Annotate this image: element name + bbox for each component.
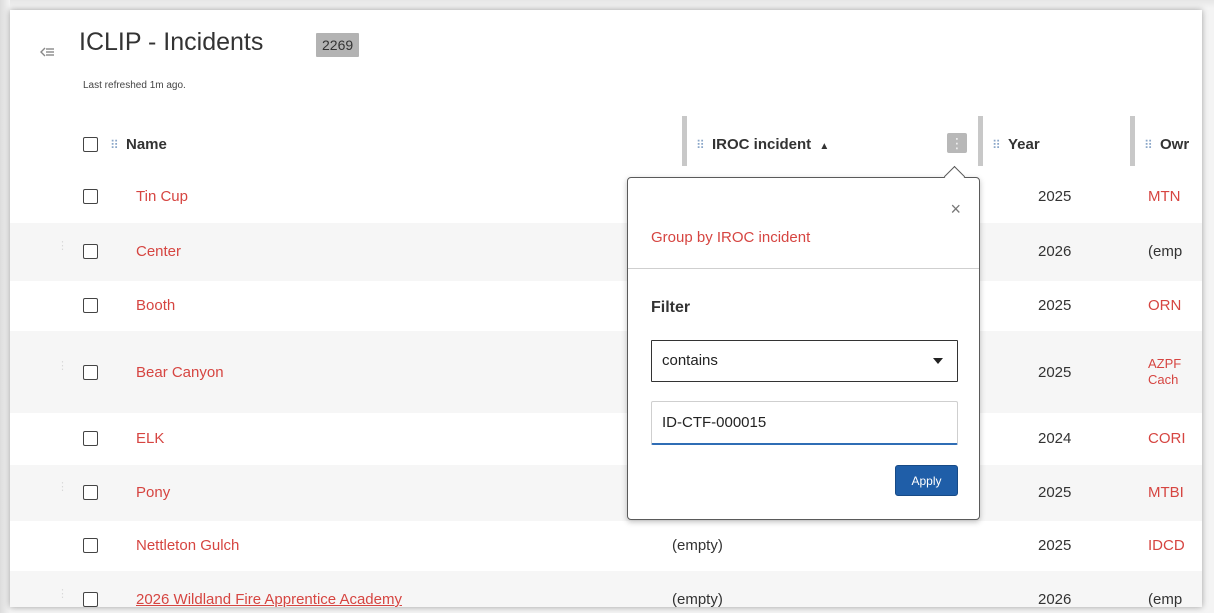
record-count-badge: 2269 [316, 33, 360, 57]
left-shadow [0, 0, 10, 613]
column-options-popover: × Group by IROC incident Filter contains… [627, 177, 980, 520]
apply-filter-button[interactable]: Apply [895, 465, 958, 496]
sort-ascending-icon: ▲ [819, 141, 830, 152]
incident-name-link[interactable]: Booth [136, 297, 175, 314]
row-checkbox[interactable] [83, 538, 98, 553]
top-shadow [0, 0, 1214, 8]
owner-link[interactable]: AZPF Cach [1148, 356, 1181, 388]
row-checkbox[interactable] [83, 431, 98, 446]
year-cell: 2025 [1038, 537, 1072, 554]
incident-name-link[interactable]: Bear Canyon [136, 364, 224, 381]
row-checkbox[interactable] [83, 592, 98, 607]
row-checkbox[interactable] [83, 365, 98, 380]
column-resize-handle[interactable] [978, 116, 983, 166]
drag-handle-icon[interactable]: ⠿ [1144, 139, 1153, 151]
iroc-incident-cell: (empty) [672, 537, 723, 554]
row-checkbox[interactable] [83, 244, 98, 259]
column-resize-handle[interactable] [682, 116, 687, 166]
year-cell: 2025 [1038, 484, 1072, 501]
row-drag-handle-icon[interactable]: ⋮ [57, 361, 68, 381]
owner-link[interactable]: ORN [1148, 297, 1181, 314]
close-icon[interactable]: × [950, 200, 961, 218]
row-drag-handle-icon[interactable]: ⋮ [57, 589, 68, 607]
group-by-link[interactable]: Group by IROC incident [651, 229, 810, 246]
column-header-name[interactable]: Name [126, 136, 167, 153]
table-row[interactable]: Booth 2025 ORN [10, 281, 1202, 331]
filter-heading: Filter [651, 299, 691, 316]
drag-handle-icon[interactable]: ⠿ [110, 139, 119, 151]
year-cell: 2026 [1038, 243, 1072, 260]
incidents-panel: ICLIP - Incidents 2269 Last refreshed 1m… [10, 10, 1202, 607]
owner-line-1: AZPF [1148, 356, 1182, 371]
owner-link[interactable]: CORI [1148, 430, 1186, 447]
column-header-label: IROC incident [712, 136, 812, 153]
popover-divider [628, 268, 979, 269]
owner-link[interactable]: IDCD [1148, 537, 1185, 554]
table-row[interactable]: Tin Cup 2025 MTN [10, 171, 1202, 223]
column-header-owner[interactable]: Owr [1160, 136, 1189, 153]
column-resize-handle[interactable] [1130, 116, 1135, 166]
table-row[interactable]: Nettleton Gulch (empty) 2025 IDCD [10, 521, 1202, 571]
filter-value-input[interactable] [651, 401, 958, 445]
year-cell: 2025 [1038, 297, 1072, 314]
row-checkbox[interactable] [83, 189, 98, 204]
table-row[interactable]: ⋮ Pony 2025 MTBI [10, 465, 1202, 521]
row-drag-handle-icon[interactable]: ⋮ [57, 482, 68, 502]
owner-cell: (emp [1148, 243, 1183, 260]
chevron-down-icon [933, 358, 943, 364]
drag-handle-icon[interactable]: ⠿ [696, 139, 705, 151]
page-title: ICLIP - Incidents [79, 28, 264, 56]
column-header-year[interactable]: Year [1008, 136, 1040, 153]
owner-cell: (emp [1148, 591, 1183, 607]
select-all-checkbox[interactable] [83, 137, 98, 152]
last-refreshed-text: Last refreshed 1m ago. [83, 80, 186, 91]
filter-operator-select[interactable]: contains [651, 340, 958, 382]
row-checkbox[interactable] [83, 298, 98, 313]
incident-name-link[interactable]: 2026 Wildland Fire Apprentice Academy [136, 591, 402, 607]
table-row[interactable]: ⋮ 2026 Wildland Fire Apprentice Academy … [10, 571, 1202, 607]
table-row[interactable]: ⋮ Center 2026 (emp [10, 223, 1202, 281]
year-cell: 2025 [1038, 364, 1072, 381]
incident-name-link[interactable]: Pony [136, 484, 170, 501]
row-checkbox[interactable] [83, 485, 98, 500]
filter-operator-value: contains [662, 352, 718, 369]
column-menu-button[interactable]: ⋮ [947, 133, 967, 153]
table-row[interactable]: ⋮ Bear Canyon 2025 AZPF Cach [10, 331, 1202, 413]
column-header-iroc-incident[interactable]: IROC incident ▲ [712, 136, 829, 153]
table-row[interactable]: ELK 2024 CORI [10, 413, 1202, 465]
owner-link[interactable]: MTBI [1148, 484, 1184, 501]
year-cell: 2026 [1038, 591, 1072, 607]
drag-handle-icon[interactable]: ⠿ [992, 139, 1001, 151]
incident-name-link[interactable]: ELK [136, 430, 164, 447]
incident-name-link[interactable]: Center [136, 243, 181, 260]
owner-link[interactable]: MTN [1148, 188, 1181, 205]
year-cell: 2024 [1038, 430, 1072, 447]
year-cell: 2025 [1038, 188, 1072, 205]
incident-name-link[interactable]: Nettleton Gulch [136, 537, 239, 554]
row-drag-handle-icon[interactable]: ⋮ [57, 241, 68, 261]
incident-name-link[interactable]: Tin Cup [136, 188, 188, 205]
owner-line-2: Cach [1148, 372, 1179, 387]
iroc-incident-cell: (empty) [672, 591, 723, 607]
collapse-sidebar-icon[interactable] [40, 46, 54, 58]
